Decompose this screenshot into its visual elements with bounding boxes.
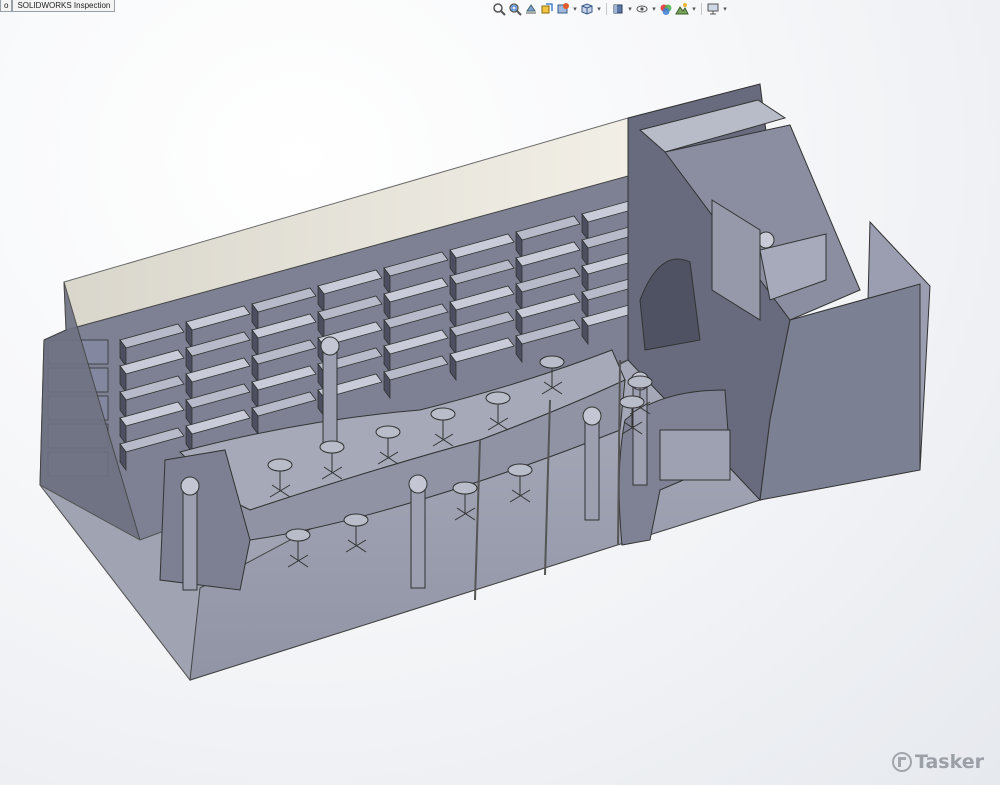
column: [410, 487, 426, 589]
bar-store-model[interactable]: [0, 0, 1000, 785]
column-lamp: [180, 476, 200, 496]
bar-stool-seat: [267, 458, 293, 472]
bar-stool-seat: [485, 391, 511, 405]
column-lamp: [408, 474, 428, 494]
bar-stool-seat: [619, 395, 645, 409]
bar-stool-seat: [507, 463, 533, 477]
column-lamp: [582, 406, 602, 426]
watermark: Tasker: [891, 751, 984, 773]
lounge-table: [659, 429, 731, 481]
column: [182, 489, 198, 591]
bar-stool-seat: [539, 355, 565, 369]
watermark-text: Tasker: [914, 751, 984, 773]
bar-stool-seat: [452, 481, 478, 495]
column: [322, 349, 338, 451]
column-lamp: [320, 336, 340, 356]
bar-stool-seat: [627, 375, 653, 389]
bar-stool-seat: [285, 528, 311, 542]
bar-stool-seat: [430, 407, 456, 421]
column: [584, 419, 600, 521]
graphics-area[interactable]: [0, 18, 1000, 785]
bar-stool-seat: [319, 440, 345, 454]
tasker-logo-icon: [891, 752, 912, 772]
bar-stool-seat: [375, 425, 401, 439]
bar-stool-seat: [343, 513, 369, 527]
